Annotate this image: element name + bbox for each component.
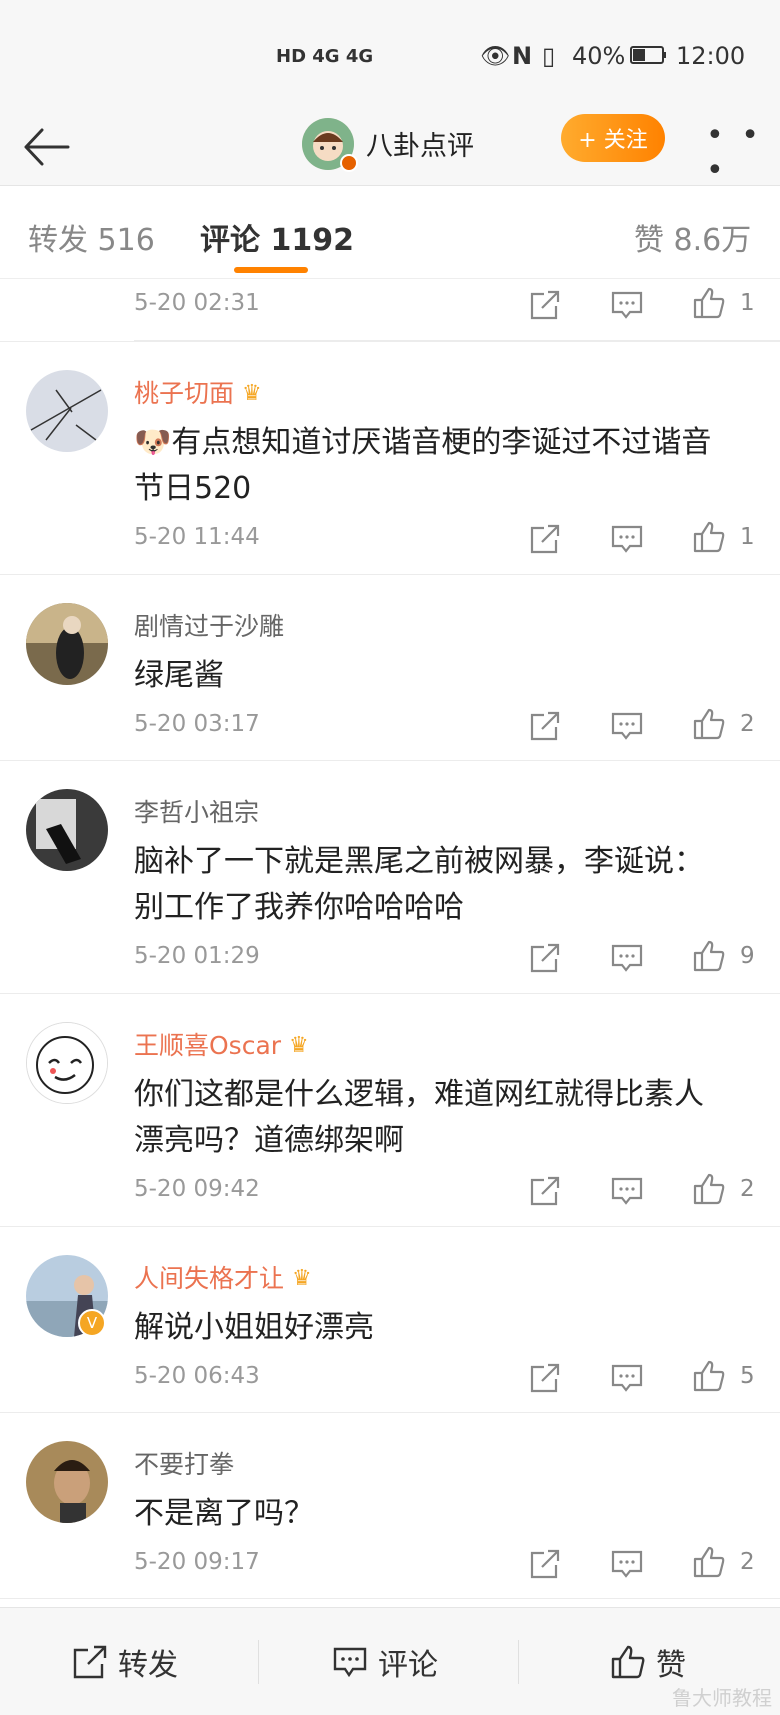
vip-crown-icon: ♛ xyxy=(242,381,262,406)
like-label: 赞 xyxy=(656,1648,686,1683)
like-count: 9 xyxy=(740,943,755,969)
bottom-action-bar: 转发 评论 赞 xyxy=(0,1607,780,1715)
comment-time: 5-20 11:44 xyxy=(134,524,260,550)
like-icon[interactable] xyxy=(692,1359,726,1393)
comment-time: 5-20 09:17 xyxy=(134,1549,260,1575)
like-count: 2 xyxy=(740,1176,755,1202)
comment-icon xyxy=(333,1647,367,1678)
account-avatar[interactable] xyxy=(302,118,358,172)
share-icon[interactable] xyxy=(528,1361,562,1395)
tab-bar: 转发 516 评论 1192 赞 8.6万 xyxy=(0,187,780,279)
active-tab-indicator xyxy=(234,267,308,273)
user-avatar[interactable] xyxy=(26,789,108,871)
share-icon[interactable] xyxy=(528,1547,562,1581)
clock: 12:00 xyxy=(676,42,746,70)
user-avatar[interactable] xyxy=(26,1441,108,1523)
verified-v-icon: V xyxy=(78,1309,106,1337)
comment-icon[interactable] xyxy=(610,709,644,743)
comment-icon[interactable] xyxy=(610,1361,644,1395)
comment-username[interactable]: 王顺喜Oscar ♛ xyxy=(134,1026,309,1062)
like-count: 1 xyxy=(740,290,755,316)
vip-crown-icon: ♛ xyxy=(289,1033,309,1058)
comment-item: 李哲小祖宗 脑补了一下就是黑尾之前被网暴，李诞说： 别工作了我养你哈哈哈哈 5-… xyxy=(0,761,780,994)
like-count: 5 xyxy=(740,1363,755,1389)
network-indicator: HD 4G 4G xyxy=(276,46,374,67)
user-avatar[interactable] xyxy=(26,1022,108,1104)
battery-percent: 40% xyxy=(572,42,626,70)
comment-button[interactable]: 评论 xyxy=(332,1642,438,1683)
divider xyxy=(134,340,780,341)
comment-list[interactable]: 5-20 02:31 1 桃子切面 ♛ 🐶有点想知道讨厌谐音梗的李诞过不过谐音 节… xyxy=(0,280,780,1605)
comment-time: 5-20 09:42 xyxy=(134,1176,260,1202)
repost-button[interactable]: 转发 xyxy=(72,1642,178,1683)
watermark: 鲁大师教程 xyxy=(672,1686,772,1710)
top-nav: 八卦点评 + 关注 • • • xyxy=(0,110,780,188)
comment-username[interactable]: 桃子切面 ♛ xyxy=(134,374,262,410)
tab-like[interactable]: 赞 8.6万 xyxy=(634,215,751,259)
share-icon[interactable] xyxy=(528,941,562,975)
comment-item: 王顺喜Oscar ♛ 你们这都是什么逻辑，难道网红就得比素人 漂亮吗？道德绑架啊 … xyxy=(0,994,780,1227)
like-count: 2 xyxy=(740,1549,755,1575)
comment-item: 5-20 02:31 1 xyxy=(0,280,780,342)
vibrate-icon: ▯ xyxy=(542,42,556,70)
like-count: 2 xyxy=(740,711,755,737)
comment-time: 5-20 06:43 xyxy=(134,1363,260,1389)
like-icon[interactable] xyxy=(692,1545,726,1579)
comment-item: 不要打拳 不是离了吗？ 5-20 09:17 2 xyxy=(0,1413,780,1599)
like-icon xyxy=(611,1645,645,1679)
share-icon[interactable] xyxy=(528,1174,562,1208)
comment-time: 5-20 02:31 xyxy=(134,290,260,316)
comment-item: 剧情过于沙雕 绿尾酱 5-20 03:17 2 xyxy=(0,575,780,761)
like-button[interactable]: 赞 xyxy=(610,1642,686,1683)
comment-time: 5-20 01:29 xyxy=(134,943,260,969)
user-avatar[interactable] xyxy=(26,603,108,685)
eye-icon: 👁 xyxy=(480,42,511,70)
divider xyxy=(258,1640,259,1684)
battery-icon xyxy=(630,44,668,72)
status-bar: HD 4G 4G 👁 N ▯ 40% 12:00 xyxy=(0,0,780,110)
comment-icon[interactable] xyxy=(610,522,644,556)
comment-text: 不是离了吗？ xyxy=(134,1496,314,1531)
repost-label: 转发 xyxy=(118,1648,178,1683)
share-icon[interactable] xyxy=(528,709,562,743)
back-arrow-icon[interactable] xyxy=(20,120,74,174)
comment-icon[interactable] xyxy=(610,1174,644,1208)
comment-username[interactable]: 剧情过于沙雕 xyxy=(134,607,284,643)
nfc-icon: N xyxy=(512,42,533,70)
doge-emoji-icon: 🐶 xyxy=(134,425,172,460)
comment-text: 解说小姐姐好漂亮 xyxy=(134,1310,374,1345)
comment-icon[interactable] xyxy=(610,288,644,322)
comment-text: 🐶有点想知道讨厌谐音梗的李诞过不过谐音 节日520 xyxy=(134,425,712,506)
comment-username[interactable]: 人间失格才让 ♛ xyxy=(134,1259,312,1295)
share-icon[interactable] xyxy=(528,288,562,322)
comment-username[interactable]: 李哲小祖宗 xyxy=(134,793,259,829)
comment-icon[interactable] xyxy=(610,941,644,975)
comment-text: 绿尾酱 xyxy=(134,658,224,693)
comment-text: 脑补了一下就是黑尾之前被网暴，李诞说： 别工作了我养你哈哈哈哈 xyxy=(134,844,704,925)
comment-text: 你们这都是什么逻辑，难道网红就得比素人 漂亮吗？道德绑架啊 xyxy=(134,1077,704,1158)
share-icon[interactable] xyxy=(528,522,562,556)
like-count: 1 xyxy=(740,524,755,550)
like-icon[interactable] xyxy=(692,1172,726,1206)
tab-repost[interactable]: 转发 516 xyxy=(28,215,155,259)
divider xyxy=(518,1640,519,1684)
vip-crown-icon: ♛ xyxy=(292,1266,312,1291)
comment-item: 桃子切面 ♛ 🐶有点想知道讨厌谐音梗的李诞过不过谐音 节日520 5-20 11:… xyxy=(0,342,780,575)
like-icon[interactable] xyxy=(692,520,726,554)
comment-item: V 人间失格才让 ♛ 解说小姐姐好漂亮 5-20 06:43 5 xyxy=(0,1227,780,1413)
comment-username[interactable]: 不要打拳 xyxy=(134,1445,234,1481)
tab-comment[interactable]: 评论 1192 xyxy=(200,215,354,259)
like-icon[interactable] xyxy=(692,286,726,320)
account-name: 八卦点评 xyxy=(366,131,474,162)
more-options-icon[interactable]: • • • xyxy=(706,118,780,188)
user-avatar[interactable] xyxy=(26,370,108,452)
like-icon[interactable] xyxy=(692,939,726,973)
follow-button[interactable]: + 关注 xyxy=(561,114,665,162)
comment-label: 评论 xyxy=(378,1648,438,1683)
comment-icon[interactable] xyxy=(610,1547,644,1581)
share-icon xyxy=(73,1645,107,1679)
like-icon[interactable] xyxy=(692,707,726,741)
verified-badge-icon xyxy=(340,154,358,172)
comment-time: 5-20 03:17 xyxy=(134,711,260,737)
